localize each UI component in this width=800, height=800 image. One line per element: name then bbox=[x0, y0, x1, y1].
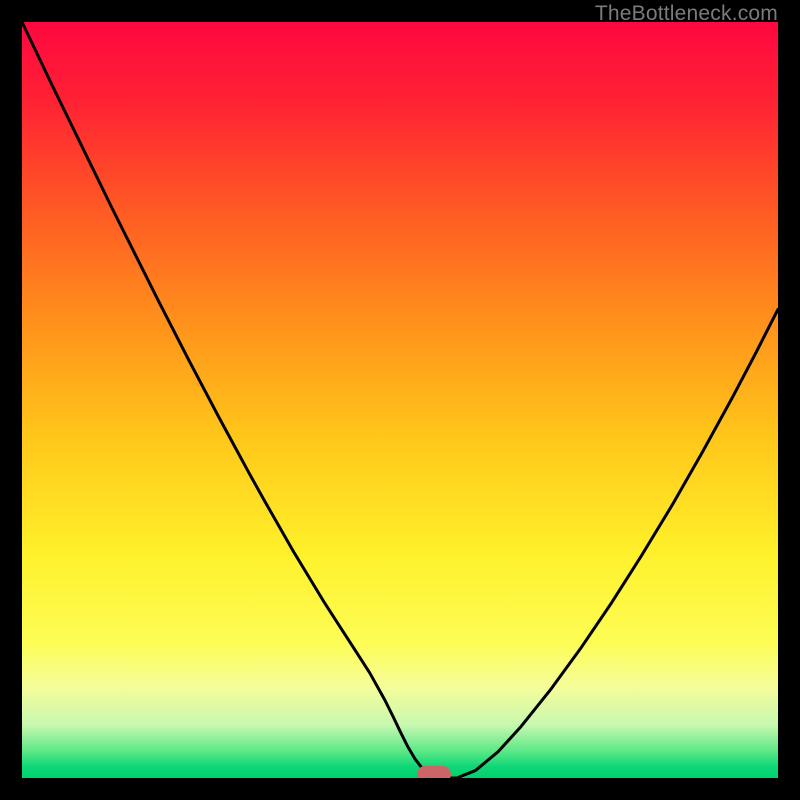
watermark-text: TheBottleneck.com bbox=[595, 2, 778, 26]
chart-container: TheBottleneck.com bbox=[0, 0, 800, 800]
chart-background bbox=[22, 22, 778, 778]
optimum-marker bbox=[417, 766, 451, 778]
bottleneck-chart bbox=[22, 22, 778, 778]
